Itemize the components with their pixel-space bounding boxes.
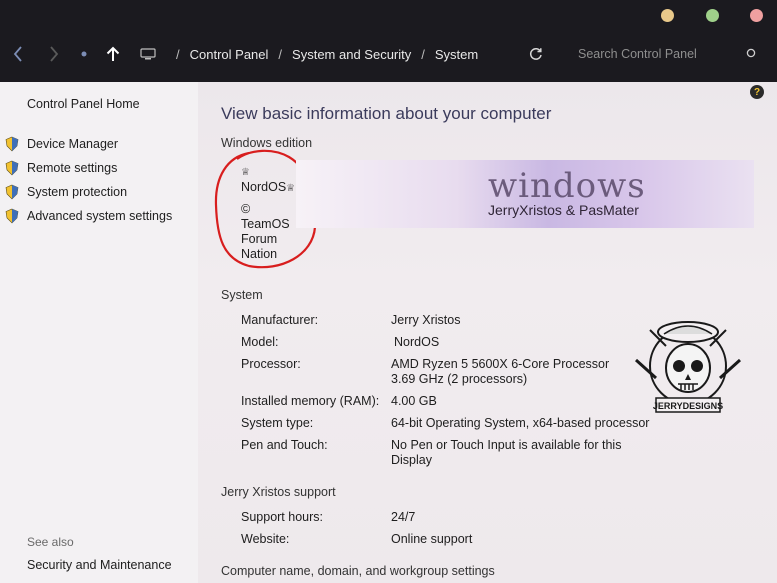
info-value: Jerry Xristos [391,313,461,327]
sidebar-item-remote-settings[interactable]: Remote settings [4,156,172,180]
shield-icon [5,208,19,224]
info-label: Installed memory (RAM): [241,394,380,408]
computer-name-heading: Computer name, domain, and workgroup set… [221,564,495,578]
search-box[interactable] [560,40,765,68]
info-value-secondary: Display [391,453,432,467]
security-and-maintenance-link[interactable]: Security and Maintenance [27,558,172,572]
search-input[interactable] [576,46,750,62]
control-panel-icon [140,48,156,60]
recent-locations-button[interactable] [80,43,88,65]
edition-banner-image: windows JerryXristos & PasMater [296,160,754,228]
breadcrumb-system-and-security[interactable]: System and Security [292,47,411,62]
address-bar[interactable]: / Control Panel / System and Security / … [140,40,478,68]
online-support-link[interactable]: Online support [391,532,646,547]
back-button[interactable] [10,43,26,65]
help-button[interactable]: ? [750,85,764,99]
info-label: Support hours: [241,510,323,524]
info-value: NordOS [394,335,440,349]
info-label: Manufacturer: [241,313,319,327]
refresh-button[interactable] [527,44,545,64]
control-panel-home-link[interactable]: Control Panel Home [27,97,140,111]
info-value: No Pen or Touch Input is available for t… [391,438,622,452]
shield-icon [5,160,19,176]
minimize-button[interactable] [661,9,674,22]
sidebar-item-label: Advanced system settings [27,209,173,223]
support-heading: Jerry Xristos support [221,485,336,499]
refresh-icon [530,48,542,60]
sidebar-item-label: Device Manager [27,137,119,151]
shield-icon [5,184,19,200]
sidebar-item-advanced-system-settings[interactable]: Advanced system settings [4,204,172,228]
breadcrumb-system[interactable]: System [435,47,478,62]
forward-button[interactable] [46,43,62,65]
task-list: Device Manager Remote settings System pr… [4,132,172,228]
windows-logo-text: windows [488,166,646,206]
chevron-left-icon [13,46,22,62]
close-button[interactable] [750,9,763,22]
see-also-heading: See also [27,535,74,549]
arrow-up-icon [106,46,120,61]
jerrydesigns-logo: JERRYDESIGNS [634,321,742,413]
info-value: 4.00 GB [391,394,437,408]
info-label: Model: [241,335,279,349]
task-pane: Control Panel Home Device Manager Remote… [0,82,198,583]
info-label: System type: [241,416,314,430]
shield-icon [5,136,19,152]
sidebar-item-label: System protection [27,185,128,199]
info-value: 24/7 [391,510,416,524]
sidebar-item-label: Remote settings [27,161,118,175]
breadcrumb-separator: / [278,46,283,62]
sidebar-item-system-protection[interactable]: System protection [4,180,172,204]
sidebar-item-device-manager[interactable]: Device Manager [4,132,172,156]
banner-subtitle: JerryXristos & PasMater [488,202,639,218]
page-title: View basic information about your comput… [221,104,552,123]
breadcrumb-control-panel[interactable]: Control Panel [190,47,269,62]
info-label: Pen and Touch: [241,438,328,452]
info-value: AMD Ryzen 5 5600X 6-Core Processor [391,357,610,371]
info-value-secondary: 3.69 GHz (2 processors) [391,372,528,386]
title-bar: / Control Panel / System and Security / … [0,0,777,82]
search-icon[interactable] [746,48,756,58]
up-button[interactable] [104,43,122,65]
chevron-right-icon [50,46,59,62]
system-heading: System [221,288,263,302]
info-label: Processor: [241,357,301,371]
dot-icon [81,51,87,57]
main-content: ? View basic information about your comp… [198,82,777,583]
maximize-button[interactable] [706,9,719,22]
logo-text: JERRYDESIGNS [653,401,723,411]
info-label: Website: [241,532,290,546]
breadcrumb-separator: / [421,46,425,62]
breadcrumb-separator: / [176,46,180,62]
